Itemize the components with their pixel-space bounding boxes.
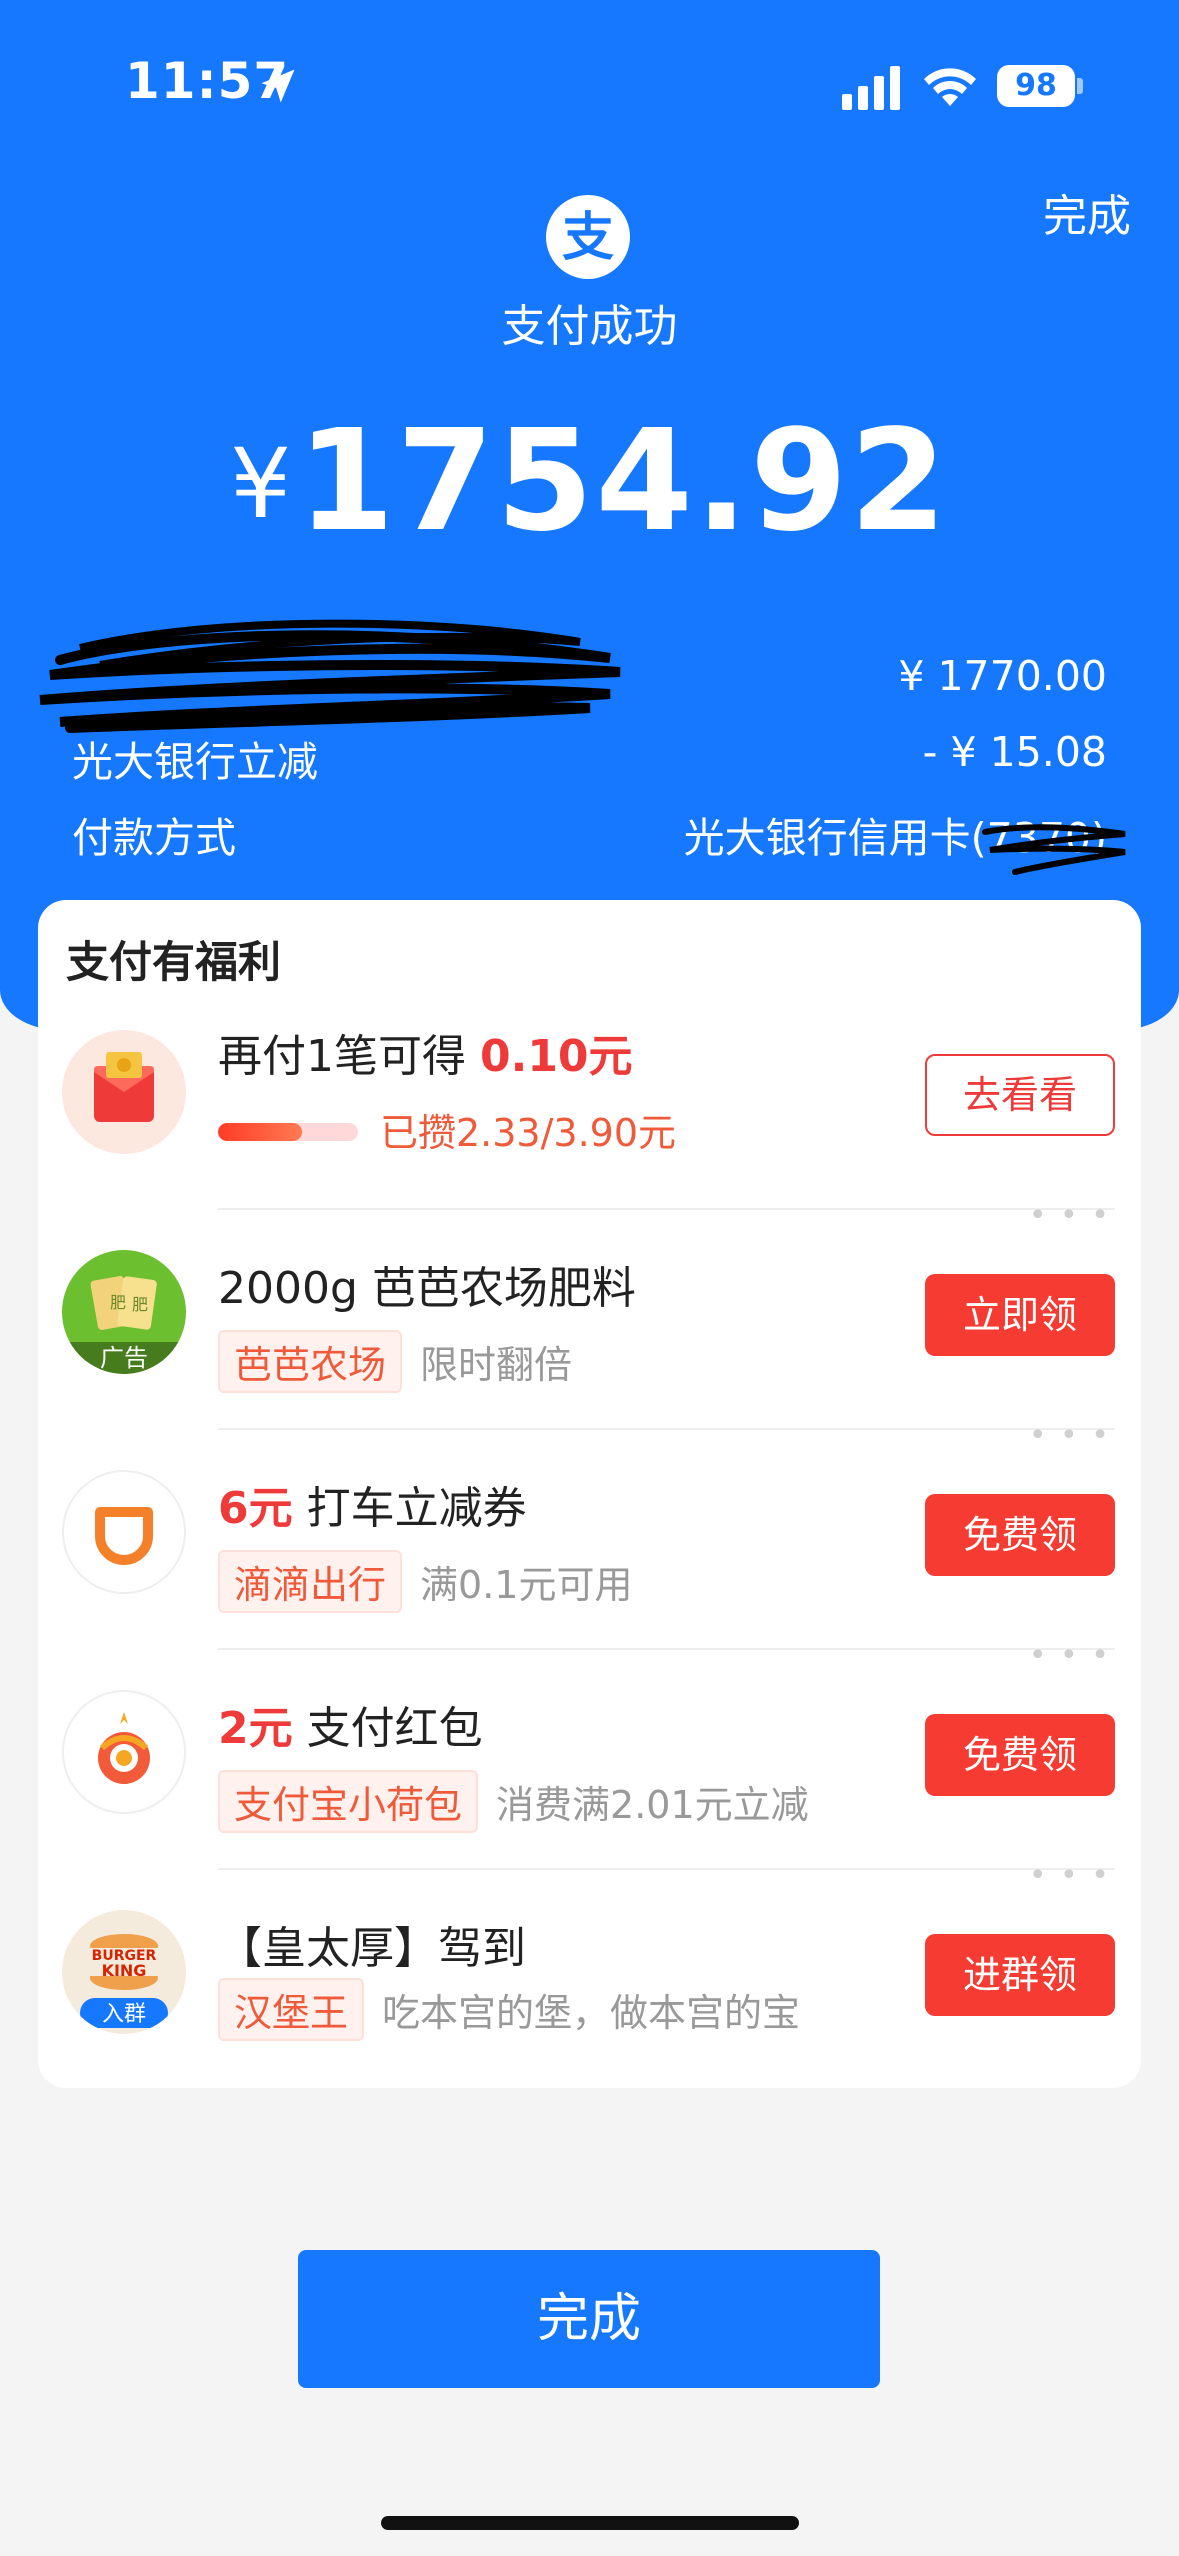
pocket-subtitle: 消费满2.01元立减	[496, 1783, 809, 1827]
didi-subtitle: 满0.1元可用	[420, 1563, 633, 1607]
progress-text: 已攒2.33/3.90元	[380, 1111, 677, 1155]
done-button[interactable]: 完成	[298, 2250, 880, 2388]
fertilizer-icon: 肥 肥 广告	[62, 1250, 186, 1374]
original-price: ¥ 1770.00	[898, 652, 1107, 700]
didi-tag: 滴滴出行	[218, 1550, 403, 1613]
free-claim-button[interactable]: 免费领	[925, 1714, 1115, 1796]
pocket-logo-icon	[62, 1690, 186, 1814]
bk-title: 【皇太厚】驾到	[218, 1923, 526, 1974]
payment-amount: ¥1754.92	[0, 400, 1179, 563]
discount-label: 光大银行立减	[72, 738, 318, 786]
more-options-icon[interactable]: • • •	[1029, 1418, 1111, 1453]
pocket-tag: 支付宝小荷包	[218, 1770, 479, 1833]
svg-text:KING: KING	[102, 1961, 147, 1980]
svg-text:肥: 肥	[132, 1295, 148, 1314]
detail-row-payment-method: 付款方式 光大银行信用卡(7370)	[72, 804, 1107, 864]
pocket-amount: 2元	[218, 1703, 293, 1754]
pocket-title-text: 支付红包	[292, 1703, 483, 1754]
farm-tag: 芭芭农场	[218, 1330, 403, 1393]
payment-method-value: 光大银行信用卡(7370)	[683, 814, 1107, 862]
claim-now-button[interactable]: 立即领	[925, 1274, 1115, 1356]
more-options-icon[interactable]: • • •	[1029, 1858, 1111, 1893]
didi-title: 6元 打车立减券	[218, 1472, 527, 1536]
didi-amount: 6元	[218, 1483, 293, 1534]
red-envelope-icon	[62, 1030, 186, 1154]
battery-indicator: 98	[997, 65, 1075, 107]
currency-symbol: ¥	[230, 428, 292, 540]
didi-logo-icon	[62, 1470, 186, 1594]
svg-text:支: 支	[562, 208, 614, 268]
battery-tip	[1077, 78, 1083, 94]
benefit-item-burger-king: • • • BURGER KING 入群 【皇太厚】驾到 汉堡王 吃本宫的堡，做…	[38, 1858, 1141, 2090]
cashback-amount: 0.10元	[479, 1031, 633, 1082]
payment-method-label: 付款方式	[72, 814, 236, 862]
burger-king-logo-icon: BURGER KING 入群	[62, 1910, 186, 2034]
wifi-icon	[924, 68, 976, 106]
more-options-icon[interactable]: • • •	[1029, 1638, 1111, 1673]
discount-value: - ¥ 15.08	[922, 728, 1107, 776]
farm-subline: 芭芭农场 限时翻倍	[218, 1330, 572, 1393]
benefit-item-didi: • • • 6元 打车立减券 滴滴出行 满0.1元可用 免费领	[38, 1418, 1141, 1650]
svg-text:广告: 广告	[100, 1344, 148, 1372]
benefit-item-cashback: 再付1笔可得 0.10元 已攒2.33/3.90元 去看看	[38, 990, 1141, 1210]
svg-text:入群: 入群	[102, 2002, 146, 2027]
free-claim-button[interactable]: 免费领	[925, 1494, 1115, 1576]
farm-subtitle: 限时翻倍	[420, 1343, 573, 1387]
progress-fill	[218, 1123, 302, 1141]
amount-value: 1754.92	[297, 400, 949, 563]
bk-subline: 汉堡王 吃本宫的堡，做本宫的宝	[218, 1978, 800, 2041]
top-done-button[interactable]: 完成	[1043, 180, 1131, 244]
cashback-progress-bar	[218, 1123, 358, 1141]
status-bar: 11:57 98	[0, 0, 1179, 170]
benefit-item-farm: • • • 肥 肥 广告 2000g 芭芭农场肥料 芭芭农场 限时翻倍 立即领	[38, 1198, 1141, 1430]
pocket-title: 2元 支付红包	[218, 1692, 483, 1756]
benefits-title: 支付有福利	[66, 938, 281, 988]
home-indicator[interactable]	[381, 2516, 799, 2530]
alipay-logo-icon: 支	[546, 195, 630, 279]
payment-success-title: 支付成功	[501, 301, 678, 352]
benefits-card: 支付有福利 再付1笔可得 0.10元 已攒2.33/3.90元 去看看 • • …	[38, 900, 1141, 2088]
bk-subtitle: 吃本宫的堡，做本宫的宝	[382, 1991, 801, 2035]
join-group-button[interactable]: 进群领	[925, 1934, 1115, 2016]
cashback-prefix: 再付1笔可得	[218, 1031, 480, 1082]
svg-text:肥: 肥	[110, 1293, 126, 1312]
didi-title-text: 打车立减券	[292, 1483, 527, 1534]
detail-row-discount: 光大银行立减 - ¥ 15.08	[72, 728, 1107, 788]
farm-title: 2000g 芭芭农场肥料	[218, 1263, 636, 1314]
more-options-icon[interactable]: • • •	[1029, 1198, 1111, 1233]
view-button[interactable]: 去看看	[925, 1054, 1115, 1136]
bk-tag: 汉堡王	[218, 1978, 365, 2041]
pocket-subline: 支付宝小荷包 消费满2.01元立减	[218, 1770, 809, 1833]
benefit-item-pocket: • • • 2元 支付红包 支付宝小荷包 消费满2.01元立减 免费领	[38, 1638, 1141, 1870]
detail-row-merchant: ¥ 1770.00	[72, 652, 1107, 700]
cashback-text: 再付1笔可得 0.10元	[218, 1020, 633, 1084]
didi-subline: 滴滴出行 满0.1元可用	[218, 1550, 632, 1613]
cellular-signal-icon	[842, 66, 900, 110]
location-arrow-icon	[261, 69, 295, 103]
